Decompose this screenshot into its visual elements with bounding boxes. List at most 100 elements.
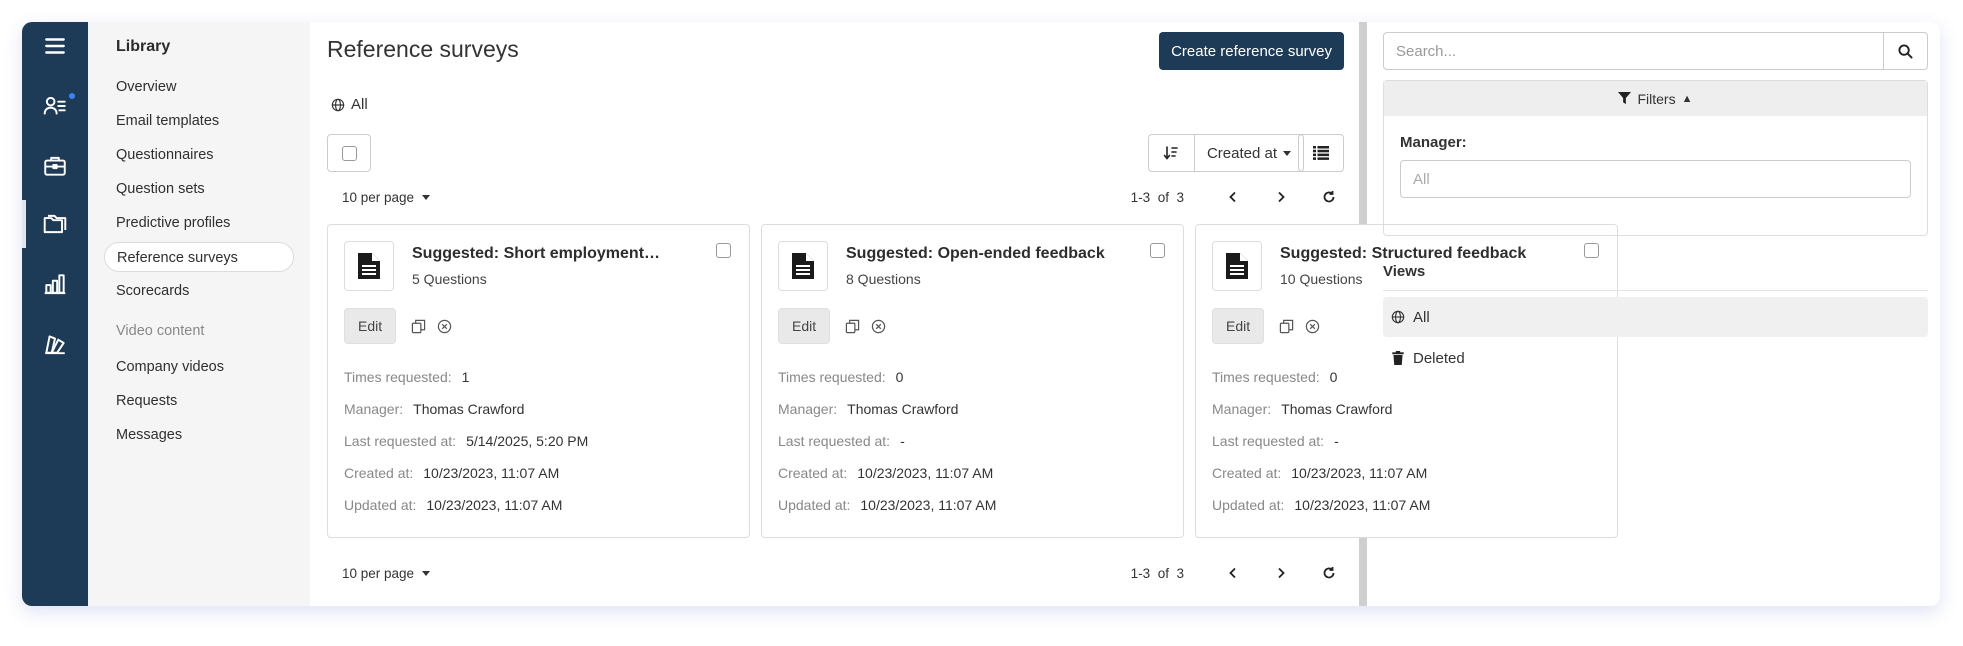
filters-body: Manager: (1384, 116, 1927, 198)
pagination-count: 1-3 of 3 (1130, 565, 1184, 581)
checkbox (341, 145, 357, 161)
globe-icon (331, 98, 345, 111)
filters-label: Filters (1637, 90, 1676, 107)
card-icon (1212, 241, 1262, 291)
card-question-count: 8 Questions (846, 271, 921, 287)
subnav-item-question-sets[interactable]: Question sets (104, 174, 294, 204)
pagination-count: 1-3 of 3 (1130, 189, 1184, 205)
current-view-text: All (351, 96, 368, 113)
app-window: Library Overview Email templates Questio… (22, 22, 1940, 606)
delete-button[interactable] (868, 316, 888, 336)
list-icon (1313, 146, 1329, 160)
per-page-dropdown[interactable]: 10 per page (327, 189, 431, 205)
next-page-button[interactable] (1266, 559, 1296, 587)
icon-rail (22, 22, 88, 606)
select-all-checkbox[interactable] (327, 134, 371, 172)
last-requested-row: Last requested at: - (778, 433, 905, 449)
edit-button[interactable]: Edit (1212, 308, 1265, 344)
per-page-label: 10 per page (342, 189, 415, 205)
settings-icon (45, 335, 65, 355)
checkbox (716, 243, 731, 258)
subnav-item-reference-surveys[interactable]: Reference surveys (104, 242, 294, 272)
manager-filter-input[interactable] (1400, 160, 1911, 198)
search-input[interactable] (1383, 32, 1883, 70)
sort-field-dropdown[interactable]: Created at (1195, 135, 1303, 171)
rail-menu[interactable] (22, 22, 88, 70)
card-icon (344, 241, 394, 291)
rail-settings[interactable] (22, 320, 88, 368)
updated-at-row: Updated at: 10/23/2023, 11:07 AM (344, 497, 563, 513)
chevron-left-icon (1229, 191, 1236, 203)
view-item-deleted[interactable]: Deleted (1383, 338, 1928, 378)
refresh-icon (1323, 567, 1335, 579)
search-bar (1383, 32, 1928, 70)
views-title: Views (1383, 263, 1928, 291)
delete-button[interactable] (1302, 316, 1322, 336)
chevron-right-icon (1278, 567, 1285, 579)
rail-jobs[interactable] (22, 142, 88, 190)
subnav-item-overview[interactable]: Overview (104, 72, 294, 102)
subnav-item-questionnaires[interactable]: Questionnaires (104, 140, 294, 170)
chevron-down-icon (1283, 150, 1291, 156)
filters-box: Filters ▲ Manager: (1383, 80, 1928, 236)
manager-row: Manager: Thomas Crawford (778, 401, 959, 417)
survey-card: Suggested: Open-ended feedback 8 Questio… (761, 224, 1184, 538)
pagination-bottom: 10 per page 1-3 of 3 (327, 559, 1344, 587)
card-icon (778, 241, 828, 291)
document-icon (792, 253, 814, 279)
refresh-button[interactable] (1314, 183, 1344, 211)
duplicate-button[interactable] (1276, 316, 1296, 336)
card-select-checkbox[interactable] (716, 243, 731, 263)
previous-page-button[interactable] (1218, 183, 1248, 211)
jobs-icon (44, 156, 66, 176)
times-requested-row: Times requested: 0 (778, 369, 904, 385)
refresh-button[interactable] (1314, 559, 1344, 587)
edit-button[interactable]: Edit (778, 308, 831, 344)
subnav-item-predictive-profiles[interactable]: Predictive profiles (104, 208, 294, 238)
delete-icon (1305, 319, 1319, 333)
document-icon (358, 253, 380, 279)
previous-page-button[interactable] (1218, 559, 1248, 587)
collapse-up-icon: ▲ (1681, 92, 1693, 105)
updated-at-row: Updated at: 10/23/2023, 11:07 AM (778, 497, 997, 513)
next-page-button[interactable] (1266, 183, 1296, 211)
sort-field-label: Created at (1206, 144, 1277, 162)
checkbox (1150, 243, 1165, 258)
per-page-label: 10 per page (342, 565, 415, 581)
search-button[interactable] (1883, 32, 1928, 70)
delete-icon (437, 319, 451, 333)
subnav-item-requests[interactable]: Requests (104, 386, 294, 416)
card-actions: Edit (1212, 308, 1322, 344)
duplicate-icon (845, 319, 859, 333)
card-actions: Edit (778, 308, 888, 344)
duplicate-button[interactable] (408, 316, 428, 336)
create-reference-survey-button[interactable]: Create reference survey (1159, 32, 1344, 70)
list-view-button[interactable] (1298, 134, 1344, 172)
delete-icon (871, 319, 885, 333)
menu-icon (45, 38, 65, 54)
delete-button[interactable] (434, 316, 454, 336)
subnav-item-messages[interactable]: Messages (104, 420, 294, 450)
view-item-label: Deleted (1413, 349, 1465, 367)
filters-toggle[interactable]: Filters ▲ (1384, 81, 1927, 116)
card-title[interactable]: Suggested: Short employment… (412, 245, 660, 263)
duplicate-button[interactable] (842, 316, 862, 336)
refresh-icon (1323, 191, 1335, 203)
created-at-row: Created at: 10/23/2023, 11:07 AM (344, 465, 560, 481)
manager-filter-label: Manager: (1400, 134, 1467, 151)
sort-direction-button[interactable] (1149, 135, 1195, 171)
filter-icon (1618, 92, 1632, 105)
card-title[interactable]: Suggested: Open-ended feedback (846, 245, 1105, 263)
per-page-dropdown[interactable]: 10 per page (327, 565, 431, 581)
rail-reports[interactable] (22, 260, 88, 308)
subnav-item-scorecards[interactable]: Scorecards (104, 276, 294, 306)
subnav-item-email-templates[interactable]: Email templates (104, 106, 294, 136)
rail-library[interactable] (22, 200, 88, 248)
rail-candidates[interactable] (22, 82, 88, 130)
card-select-checkbox[interactable] (1150, 243, 1165, 263)
view-item-all[interactable]: All (1383, 297, 1928, 337)
subnav-item-company-videos[interactable]: Company videos (104, 352, 294, 382)
duplicate-icon (1279, 319, 1293, 333)
edit-button[interactable]: Edit (344, 308, 397, 344)
chevron-down-icon (422, 194, 431, 200)
